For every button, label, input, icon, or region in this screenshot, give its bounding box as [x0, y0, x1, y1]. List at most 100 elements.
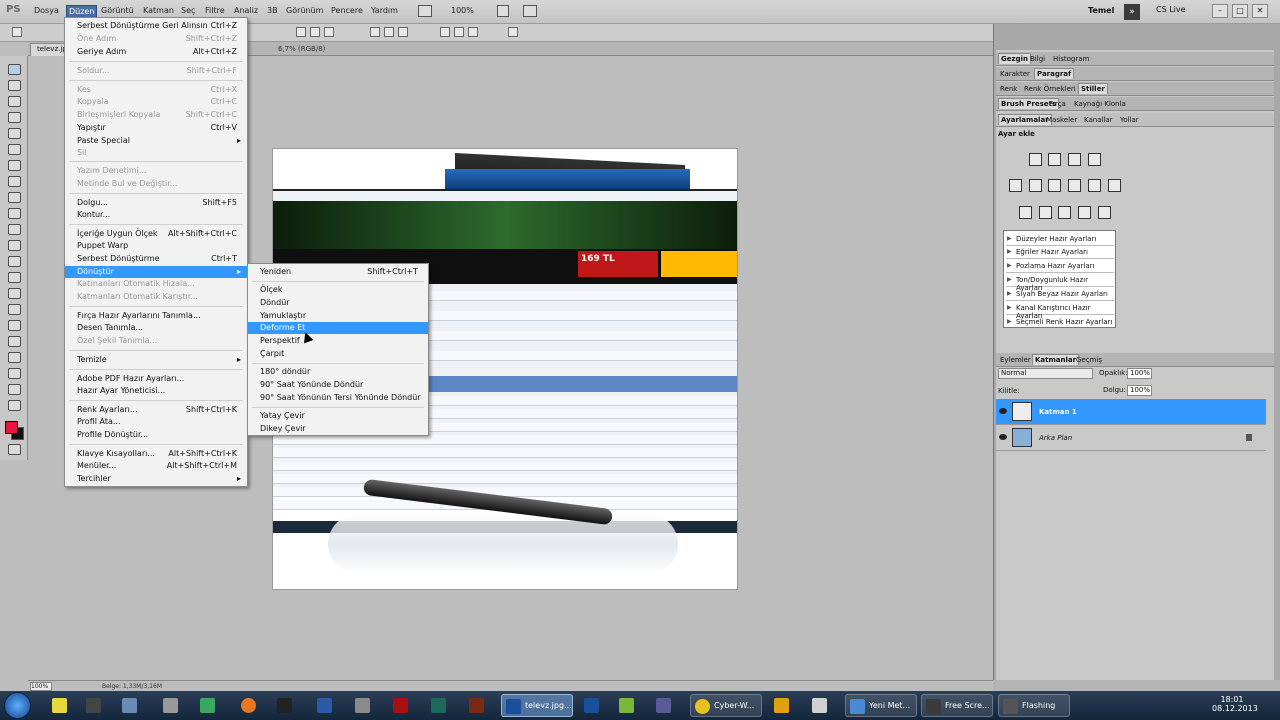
submenu-warp[interactable]: Çarpıt	[248, 348, 428, 360]
type-tool-icon[interactable]	[8, 304, 21, 315]
menu-free-transform[interactable]: Serbest Dönüştürme Ctrl+T	[65, 253, 247, 265]
opacity-input[interactable]: 100%	[1127, 368, 1152, 379]
3d-rotate-tool-icon[interactable]	[8, 352, 21, 363]
brightness-icon[interactable]	[1029, 153, 1042, 166]
taskbar-chrome[interactable]: Cyber-W...	[690, 694, 762, 717]
submenu-scale[interactable]: Ölçek	[248, 284, 428, 296]
preset-hue-saturation[interactable]: Ton/Doygunluk Hazır Ayarları	[1006, 274, 1114, 292]
taskbar-app[interactable]	[808, 694, 836, 717]
workspace-label[interactable]: Temel	[1088, 6, 1114, 15]
submenu-rotate-180[interactable]: 180° döndür	[248, 366, 428, 378]
crop-tool-icon[interactable]	[8, 128, 21, 139]
menu-filtre[interactable]: Filtre	[205, 6, 225, 15]
menu-sec[interactable]: Seç	[181, 6, 195, 15]
channel-mixer-icon[interactable]	[1108, 179, 1121, 192]
submenu-again[interactable]: Yeniden Shift+Ctrl+T	[248, 266, 428, 278]
preset-curves[interactable]: Eğriler Hazır Ayarları	[1006, 246, 1114, 259]
taskbar-app[interactable]	[770, 694, 798, 717]
taskbar-app[interactable]	[118, 694, 146, 717]
layer-row[interactable]: Arka Plan	[996, 425, 1266, 451]
submenu-flip-vertical[interactable]: Dikey Çevir	[248, 423, 428, 435]
tab-paths[interactable]: Yollar	[1118, 115, 1141, 125]
zoom-level[interactable]: 100%	[451, 6, 474, 15]
gradient-tool-icon[interactable]	[8, 240, 21, 251]
tab-brush[interactable]: Fırça	[1047, 99, 1068, 109]
submenu-rotate-90-cw[interactable]: 90° Saat Yönünde Döndür	[248, 379, 428, 391]
menu-step-forward[interactable]: Öne Adım Shift+Ctrl+Z	[65, 33, 247, 45]
menu-clear[interactable]: Sil	[65, 147, 247, 159]
menu-auto-align-layers[interactable]: Katmanları Otomatik Hizala...	[65, 278, 247, 290]
taskbar-notepad[interactable]: Yeni Met...	[845, 694, 917, 717]
black-white-icon[interactable]	[1068, 179, 1081, 192]
start-button[interactable]	[4, 692, 31, 719]
taskbar-app[interactable]	[48, 694, 76, 717]
auto-align-icon[interactable]	[508, 27, 518, 37]
taskbar-app[interactable]	[351, 694, 379, 717]
menu-copy[interactable]: Kopyala Ctrl+C	[65, 96, 247, 108]
menu-puppet-warp[interactable]: Puppet Warp	[65, 240, 247, 252]
menu-define-custom-shape[interactable]: Özel Şekil Tanımla...	[65, 335, 247, 347]
taskbar-photoshop-active[interactable]: televz.jpg...	[501, 694, 573, 717]
distribute-left-icon[interactable]	[440, 27, 450, 37]
menu-find-replace[interactable]: Metinde Bul ve Değiştir...	[65, 178, 247, 190]
eye-icon[interactable]	[999, 408, 1007, 414]
tab-color[interactable]: Renk	[998, 84, 1019, 94]
taskbar-app[interactable]	[82, 694, 110, 717]
taskbar-screen-recorder[interactable]: Free Scre...	[921, 694, 993, 717]
tab-paragraph[interactable]: Paragraf	[1034, 68, 1075, 79]
menu-purge[interactable]: Temizle ▸	[65, 354, 247, 366]
distribute-center-icon[interactable]	[454, 27, 464, 37]
preset-channel-mixer[interactable]: Kanal Karıştırıcı Hazır Ayarları	[1006, 302, 1114, 320]
menu-gorunum[interactable]: Görünüm	[286, 6, 323, 15]
submenu-skew[interactable]: Yamuklaştır	[248, 310, 428, 322]
dodge-tool-icon[interactable]	[8, 272, 21, 283]
move-tool-option-icon[interactable]	[12, 27, 22, 37]
tab-navigator[interactable]: Gezgin	[998, 53, 1031, 64]
menu-step-backward[interactable]: Geriye Adım Alt+Ctrl+Z	[65, 46, 247, 58]
threshold-icon[interactable]	[1058, 206, 1071, 219]
menu-content-aware-scale[interactable]: İçeriğe Uygun Ölçek Alt+Shift+Ctrl+C	[65, 228, 247, 240]
menu-keyboard-shortcuts[interactable]: Klavye Kısayolları... Alt+Shift+Ctrl+K	[65, 448, 247, 460]
submenu-distort[interactable]: Deforme Et	[248, 322, 428, 334]
minimize-icon[interactable]: –	[1212, 4, 1228, 18]
preset-levels[interactable]: Düzeyler Hazır Ayarları	[1006, 233, 1114, 246]
eye-icon[interactable]	[999, 434, 1007, 440]
distribute-top-icon[interactable]	[370, 27, 380, 37]
tab-masks[interactable]: Maskeler	[1044, 115, 1079, 125]
blur-tool-icon[interactable]	[8, 256, 21, 267]
submenu-rotate-90-ccw[interactable]: 90° Saat Yönünün Tersi Yönünde Döndür	[248, 392, 428, 404]
pen-tool-icon[interactable]	[8, 288, 21, 299]
photo-filter-icon[interactable]	[1088, 179, 1101, 192]
levels-icon[interactable]	[1048, 153, 1061, 166]
maximize-icon[interactable]: □	[1232, 4, 1248, 18]
menu-copy-merged[interactable]: Birleşmişleri Kopyala Shift+Ctrl+C	[65, 109, 247, 121]
taskbar-firefox[interactable]	[237, 694, 265, 717]
submenu-rotate[interactable]: Döndür	[248, 297, 428, 309]
align-top-icon[interactable]	[296, 27, 306, 37]
expand-workspaces-icon[interactable]: »	[1124, 4, 1140, 20]
move-tool-icon[interactable]	[8, 64, 21, 75]
tab-clone-source[interactable]: Kaynağı Klonla	[1072, 99, 1128, 109]
menu-undo[interactable]: Serbest Dönüştürme Geri Alınsın Ctrl+Z	[65, 20, 247, 32]
selective-color-icon[interactable]	[1098, 206, 1111, 219]
brush-tool-icon[interactable]	[8, 176, 21, 187]
tab-channels[interactable]: Kanallar	[1082, 115, 1115, 125]
hue-saturation-icon[interactable]	[1029, 179, 1042, 192]
quick-select-tool-icon[interactable]	[8, 112, 21, 123]
zoom-tool-icon[interactable]	[8, 400, 21, 411]
clone-stamp-tool-icon[interactable]	[8, 192, 21, 203]
tab-histogram[interactable]: Histogram	[1051, 54, 1091, 64]
menu-pencere[interactable]: Pencere	[331, 6, 363, 15]
taskbar-illustrator[interactable]	[465, 694, 493, 717]
quick-mask-icon[interactable]	[8, 444, 21, 455]
invert-icon[interactable]	[1019, 206, 1032, 219]
screen-mode-icon[interactable]	[418, 5, 432, 17]
distribute-middle-icon[interactable]	[384, 27, 394, 37]
menu-katman[interactable]: Katman	[143, 6, 174, 15]
menu-stroke[interactable]: Kontur...	[65, 209, 247, 221]
menu-paste[interactable]: Yapıştır Ctrl+V	[65, 122, 247, 134]
tab-layers[interactable]: Katmanlar	[1032, 354, 1080, 365]
arrange-icon[interactable]	[497, 5, 509, 17]
menu-fill[interactable]: Dolgu... Shift+F5	[65, 197, 247, 209]
taskbar-app[interactable]	[196, 694, 224, 717]
